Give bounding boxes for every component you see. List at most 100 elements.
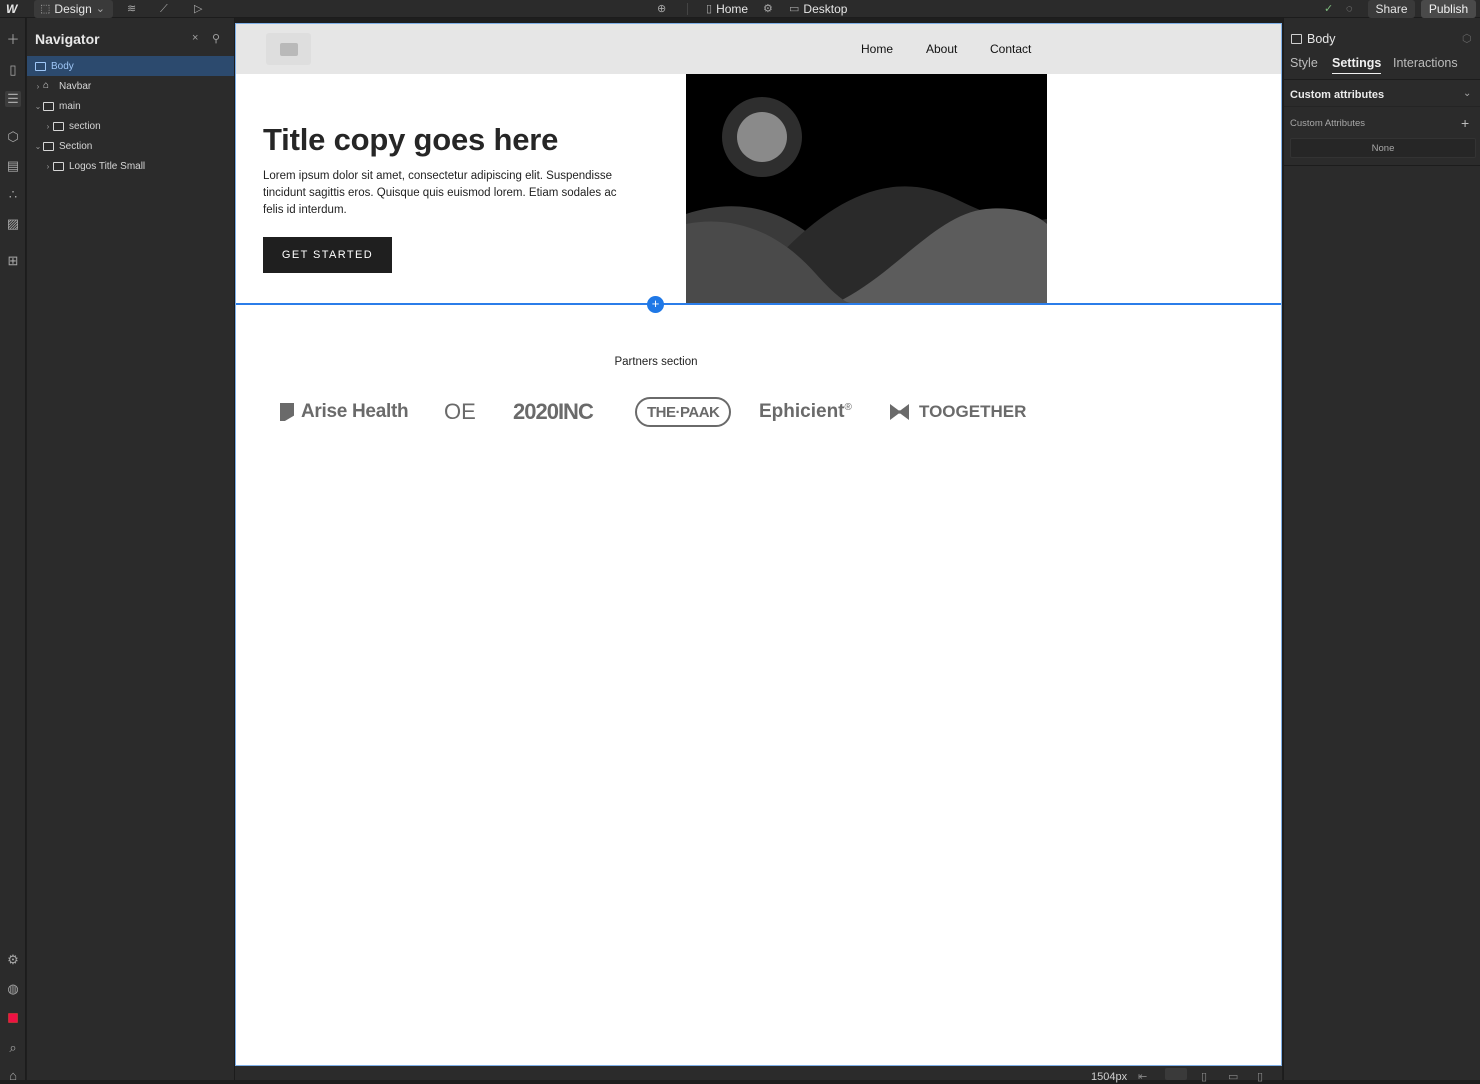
partner-name: OE: [444, 399, 476, 424]
custom-attributes-section-title[interactable]: Custom attributes: [1290, 89, 1384, 101]
analyze-button[interactable]: ⟋: [160, 0, 168, 18]
tree-item-main[interactable]: ⌄ main: [27, 96, 234, 116]
layers-icon: ☰: [7, 91, 19, 106]
breakpoint-landscape-icon[interactable]: ▭: [1228, 1070, 1238, 1083]
chevron-right-icon[interactable]: ›: [33, 82, 43, 91]
hero-image[interactable]: [686, 74, 1047, 303]
site-nav-link-home[interactable]: Home: [861, 42, 893, 56]
plus-icon: +: [651, 296, 660, 311]
plus-icon: +: [1461, 115, 1470, 131]
pin-icon: ⚲: [212, 33, 221, 45]
gear-icon: ⚙: [7, 952, 19, 967]
component-button[interactable]: ⬡: [1462, 32, 1472, 45]
hero-body-text[interactable]: Lorem ipsum dolor sit amet, consectetur …: [263, 168, 635, 219]
partner-logo-2020inc[interactable]: 2020INC: [513, 397, 594, 427]
tree-item-label: Section: [59, 140, 93, 152]
publish-button[interactable]: Publish: [1421, 0, 1476, 18]
share-button[interactable]: Share: [1368, 0, 1415, 18]
element-icon: [43, 101, 54, 111]
components-panel-button[interactable]: ⬡: [5, 129, 21, 145]
tree-item-logos-title-small[interactable]: › Logos Title Small: [27, 156, 234, 176]
partners-heading[interactable]: Partners section: [236, 356, 1076, 368]
tree-item-section-2[interactable]: ⌄ Section: [27, 136, 234, 156]
partner-logo-oe[interactable]: OE: [444, 397, 476, 427]
width-lock-icon[interactable]: ⇤: [1138, 1070, 1147, 1083]
site-nav-link-contact[interactable]: Contact: [990, 42, 1031, 56]
divider: [1284, 106, 1480, 107]
breakpoint-tablet-icon[interactable]: ▯: [1201, 1070, 1207, 1083]
partner-name: THE·PAAK: [647, 403, 720, 421]
breakpoint-selector[interactable]: ▭ Desktop: [789, 0, 847, 18]
apps-icon: ⊞: [7, 253, 19, 268]
tree-item-body[interactable]: Body: [27, 56, 234, 76]
page-selector[interactable]: ▯ Home: [706, 0, 748, 18]
site-navbar[interactable]: Home About Contact: [236, 24, 1281, 74]
collapse-section-button[interactable]: ⌄: [1463, 88, 1471, 99]
page-settings-button[interactable]: ⚙: [763, 0, 773, 18]
partner-logo-the-paak[interactable]: THE·PAAK: [635, 397, 732, 427]
tree-item-section[interactable]: › section: [27, 116, 234, 136]
page-label: Home: [716, 2, 749, 16]
custom-attributes-label: Custom Attributes: [1290, 118, 1365, 129]
chevron-right-icon[interactable]: ›: [43, 162, 53, 171]
element-icon: [1291, 34, 1302, 44]
search-icon: ⌕: [9, 1040, 17, 1055]
hero-title[interactable]: Title copy goes here: [263, 122, 558, 158]
partner-logo-toogether[interactable]: TOOGETHER: [890, 397, 1026, 427]
comments-button[interactable]: ◌: [1346, 0, 1353, 18]
close-navigator-button[interactable]: ×: [192, 32, 198, 44]
image-placeholder-icon: [279, 42, 298, 56]
page-icon: ▯: [706, 3, 713, 15]
audit-button[interactable]: ◍: [5, 981, 21, 997]
toogether-mark-icon: [890, 404, 909, 420]
breakpoint-mobile-icon[interactable]: ▯: [1257, 1070, 1263, 1083]
chevron-right-icon[interactable]: ›: [43, 122, 53, 131]
toolbar-divider: [687, 3, 688, 15]
add-panel-button[interactable]: ＋: [5, 32, 21, 48]
search-button[interactable]: ⌕: [5, 1040, 21, 1056]
site-nav-link-about[interactable]: About: [926, 42, 957, 56]
site-logo-placeholder[interactable]: [266, 33, 311, 65]
tab-interactions[interactable]: Interactions: [1393, 56, 1458, 70]
partner-name: TOOGETHER: [919, 402, 1027, 421]
preview-button[interactable]: ▷: [194, 0, 202, 18]
add-section-button[interactable]: +: [647, 296, 664, 313]
chevron-down-icon[interactable]: ⌄: [33, 142, 43, 151]
chevron-down-icon[interactable]: ⌄: [33, 102, 43, 111]
webflow-logo[interactable]: W: [6, 0, 17, 18]
cube-icon: ⬡: [7, 129, 19, 144]
design-canvas[interactable]: Home About Contact Title copy goes here …: [235, 23, 1282, 1066]
partner-name: 2020INC: [513, 399, 594, 424]
add-attribute-button[interactable]: +: [1461, 115, 1469, 131]
tab-style[interactable]: Style: [1290, 56, 1318, 70]
tree-item-label: section: [69, 120, 101, 132]
record-icon: [8, 1013, 18, 1023]
home-icon: ⌂: [43, 80, 50, 91]
breakpoint-desktop-button[interactable]: [1165, 1068, 1187, 1080]
partner-logo-ephicient[interactable]: Ephicient ®: [759, 397, 852, 427]
styles-panel-button[interactable]: ▤: [5, 158, 21, 174]
variables-panel-button[interactable]: ∴: [5, 187, 21, 203]
selected-element-header: Body: [1291, 32, 1336, 46]
empty-state-text: None: [1371, 142, 1395, 154]
navigator-panel-button[interactable]: ☰: [5, 91, 21, 107]
design-mode-button[interactable]: ⬚ Design ⌄: [34, 0, 113, 18]
help-button[interactable]: ⌂: [5, 1068, 21, 1084]
apps-panel-button[interactable]: ⊞: [5, 253, 21, 269]
globe-icon: ⊕: [657, 3, 667, 15]
pages-panel-button[interactable]: ▯: [5, 62, 21, 78]
record-button[interactable]: [5, 1010, 21, 1026]
cms-button[interactable]: ≋: [127, 0, 136, 18]
settings-button[interactable]: ⚙: [5, 952, 21, 968]
page-icon: ▯: [9, 62, 17, 77]
tree-item-navbar[interactable]: › ⌂ Navbar: [27, 76, 234, 96]
divider: [1284, 165, 1480, 166]
pin-navigator-button[interactable]: ⚲: [212, 32, 220, 45]
element-icon: [53, 161, 64, 171]
partner-logo-arise-health[interactable]: Arise Health: [280, 397, 409, 427]
site-settings-button[interactable]: ⊕: [657, 0, 666, 18]
get-started-button[interactable]: GET STARTED: [263, 237, 392, 273]
database-icon: ≋: [127, 3, 137, 15]
assets-panel-button[interactable]: ▨: [5, 216, 21, 232]
tab-settings[interactable]: Settings: [1332, 56, 1382, 74]
